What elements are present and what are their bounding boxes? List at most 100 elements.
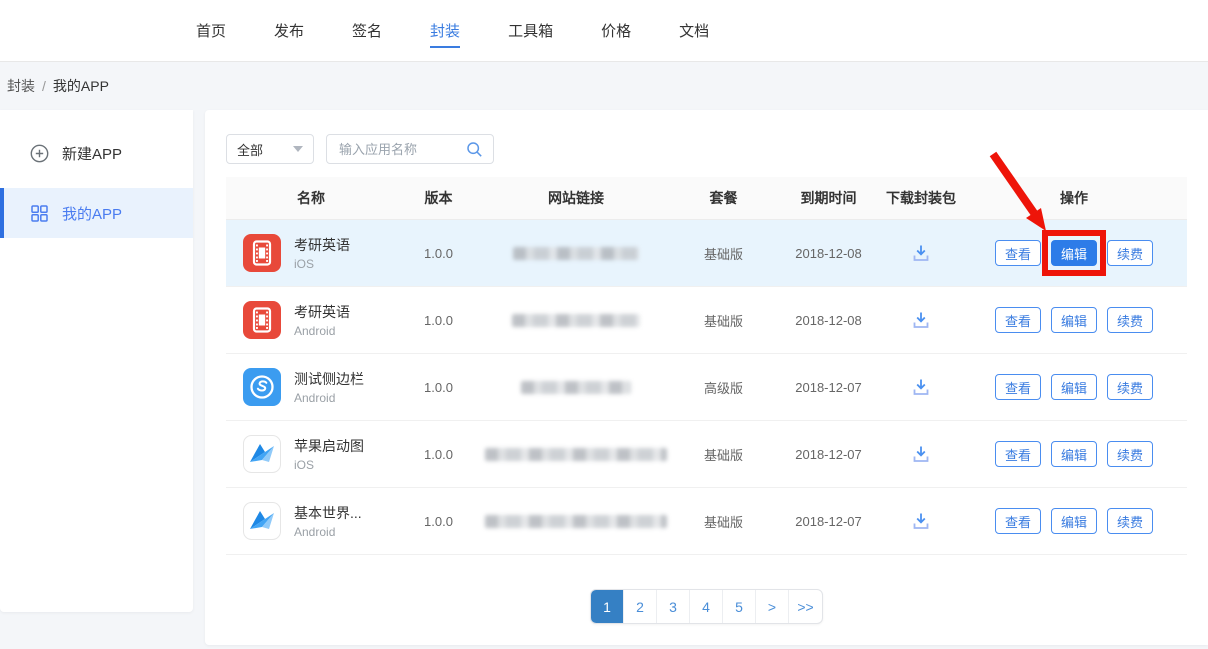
sidebar: 新建APP 我的APP: [0, 110, 193, 612]
view-button[interactable]: 查看: [995, 307, 1041, 333]
nav-item-6[interactable]: 文档: [679, 0, 709, 61]
app-name: 苹果启动图: [294, 436, 364, 456]
download-icon[interactable]: [910, 510, 932, 532]
download-icon[interactable]: [910, 242, 932, 264]
download-icon[interactable]: [910, 309, 932, 331]
plan-badge: 基础版: [671, 244, 776, 263]
expiry-date: 2018-12-07: [776, 380, 881, 395]
top-nav: 首页发布签名封装 工具箱 价格文档: [0, 0, 1208, 62]
search-icon[interactable]: [466, 141, 483, 158]
app-version: 1.0.0: [396, 514, 481, 529]
bird-blue-app-icon: [243, 435, 281, 473]
edit-button[interactable]: 编辑: [1051, 307, 1097, 333]
column-header-1: 版本: [396, 188, 481, 208]
next-page-button[interactable]: >: [756, 590, 789, 623]
grid-icon: [30, 204, 49, 223]
download-icon[interactable]: [910, 443, 932, 465]
breadcrumb-current-page: 我的APP: [53, 76, 109, 96]
expiry-date: 2018-12-07: [776, 447, 881, 462]
expiry-date: 2018-12-08: [776, 313, 881, 328]
edit-button[interactable]: 编辑: [1051, 508, 1097, 534]
renew-button[interactable]: 续费: [1107, 508, 1153, 534]
plan-badge: 基础版: [671, 311, 776, 330]
masked-url: [521, 381, 631, 394]
breadcrumb-section[interactable]: 封装: [7, 76, 35, 96]
nav-item-5[interactable]: 价格: [601, 0, 631, 61]
edit-button[interactable]: 编辑: [1051, 374, 1097, 400]
app-platform: iOS: [294, 458, 364, 472]
nav-item-0[interactable]: 首页: [196, 0, 226, 61]
expiry-date: 2018-12-08: [776, 246, 881, 261]
edit-button[interactable]: 编辑: [1051, 240, 1097, 266]
category-select-value: 全部: [237, 140, 263, 159]
nav-item-1[interactable]: 发布: [274, 0, 304, 61]
sidebar-item-label: 新建APP: [62, 143, 122, 164]
nav-item-3[interactable]: 封装: [430, 0, 460, 61]
page-button-3[interactable]: 3: [657, 590, 690, 623]
table-row: 考研英语 Android 1.0.0 基础版 2018-12-08 查看 编辑 …: [226, 287, 1187, 354]
masked-url: [485, 515, 667, 528]
view-button[interactable]: 查看: [995, 240, 1041, 266]
view-button[interactable]: 查看: [995, 441, 1041, 467]
breadcrumb: 封装 / 我的APP: [0, 62, 1208, 110]
app-name: 测试侧边栏: [294, 369, 364, 389]
table-row: 苹果启动图 iOS 1.0.0 基础版 2018-12-07 查看 编辑 续费: [226, 421, 1187, 488]
category-select[interactable]: 全部: [226, 134, 314, 164]
plus-circle-icon: [30, 144, 49, 163]
masked-url: [485, 448, 667, 461]
last-page-button[interactable]: >>: [789, 590, 822, 623]
view-button[interactable]: 查看: [995, 374, 1041, 400]
masked-url: [513, 247, 639, 260]
edit-button[interactable]: 编辑: [1051, 441, 1097, 467]
pagination: 12345>>>: [226, 589, 1187, 624]
app-version: 1.0.0: [396, 246, 481, 261]
main-panel: 全部 名称版本网站链接套餐到期时间下载封装包操作 考研英语 iOS 1.0.0 …: [205, 110, 1208, 645]
plan-badge: 基础版: [671, 512, 776, 531]
view-button[interactable]: 查看: [995, 508, 1041, 534]
app-version: 1.0.0: [396, 313, 481, 328]
nav-item-2[interactable]: 签名: [352, 0, 382, 61]
search-box: [326, 134, 494, 164]
plan-badge: 高级版: [671, 378, 776, 397]
film-red-app-icon: [243, 234, 281, 272]
renew-button[interactable]: 续费: [1107, 441, 1153, 467]
s-blue-app-icon: [243, 368, 281, 406]
page-button-5[interactable]: 5: [723, 590, 756, 623]
app-version: 1.0.0: [396, 380, 481, 395]
column-header-2: 网站链接: [481, 188, 671, 208]
column-header-0: 名称: [226, 188, 396, 208]
plan-badge: 基础版: [671, 445, 776, 464]
app-platform: iOS: [294, 257, 350, 271]
column-header-3: 套餐: [671, 188, 776, 208]
sidebar-item-new-app[interactable]: 新建APP: [0, 128, 193, 178]
column-header-5: 下载封装包: [881, 188, 961, 208]
app-platform: Android: [294, 391, 364, 405]
app-version: 1.0.0: [396, 447, 481, 462]
nav-item-4[interactable]: 工具箱: [508, 0, 553, 61]
page-button-1[interactable]: 1: [591, 590, 624, 623]
table-row: 考研英语 iOS 1.0.0 基础版 2018-12-08 查看 编辑 续费: [226, 220, 1187, 287]
app-platform: Android: [294, 324, 350, 338]
renew-button[interactable]: 续费: [1107, 240, 1153, 266]
search-input[interactable]: [337, 141, 460, 158]
app-name: 考研英语: [294, 302, 350, 322]
sidebar-item-my-app[interactable]: 我的APP: [0, 188, 193, 238]
column-header-6: 操作: [961, 188, 1187, 208]
expiry-date: 2018-12-07: [776, 514, 881, 529]
table-header-row: 名称版本网站链接套餐到期时间下载封装包操作: [226, 177, 1187, 220]
bird-blue-app-icon: [243, 502, 281, 540]
sidebar-item-label: 我的APP: [62, 203, 122, 224]
chevron-down-icon: [293, 146, 303, 152]
download-icon[interactable]: [910, 376, 932, 398]
breadcrumb-separator: /: [42, 78, 46, 94]
renew-button[interactable]: 续费: [1107, 374, 1153, 400]
app-name: 基本世界...: [294, 503, 362, 523]
film-red-app-icon: [243, 301, 281, 339]
table-row: 测试侧边栏 Android 1.0.0 高级版 2018-12-07 查看 编辑…: [226, 354, 1187, 421]
masked-url: [512, 314, 640, 327]
column-header-4: 到期时间: [776, 188, 881, 208]
renew-button[interactable]: 续费: [1107, 307, 1153, 333]
page-button-4[interactable]: 4: [690, 590, 723, 623]
page-button-2[interactable]: 2: [624, 590, 657, 623]
table-row: 基本世界... Android 1.0.0 基础版 2018-12-07 查看 …: [226, 488, 1187, 555]
